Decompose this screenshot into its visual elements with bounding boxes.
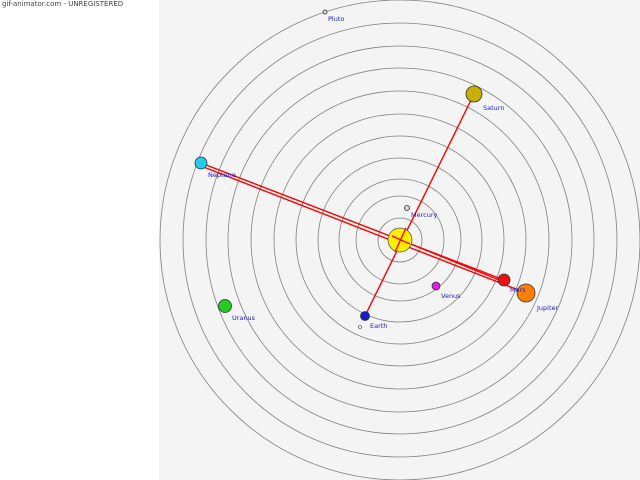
planet-saturn xyxy=(465,85,483,103)
celestial-bodies xyxy=(194,9,536,329)
connecting-line xyxy=(200,162,505,281)
planet-label-jupiter: Jupiter xyxy=(536,304,559,312)
connecting-line xyxy=(364,93,475,317)
planet-label-neptune: Neptune xyxy=(208,171,236,179)
planet-label-venus: Venus xyxy=(441,292,461,300)
planet-label-earth: Earth xyxy=(370,322,387,330)
planet-uranus xyxy=(218,299,232,313)
solar-system-diagram: Mercury Venus Earth Mars Jupiter Saturn Uranus… xyxy=(159,0,640,480)
planet-label-mars: Mars xyxy=(510,286,526,294)
planet-venus xyxy=(431,281,441,291)
connecting-lines xyxy=(200,93,527,317)
planet-label-pluto: Pluto xyxy=(328,15,344,23)
moon xyxy=(358,325,362,329)
planet-earth xyxy=(360,311,370,321)
planet-label-mercury: Mercury xyxy=(411,211,438,219)
planet-label-uranus: Uranus xyxy=(232,314,256,322)
planet-neptune xyxy=(194,156,208,170)
planet-mars xyxy=(497,273,511,287)
planet-mercury xyxy=(404,205,410,211)
connecting-line xyxy=(200,165,527,294)
planet-label-saturn: Saturn xyxy=(483,104,504,112)
planet-pluto xyxy=(322,9,328,15)
